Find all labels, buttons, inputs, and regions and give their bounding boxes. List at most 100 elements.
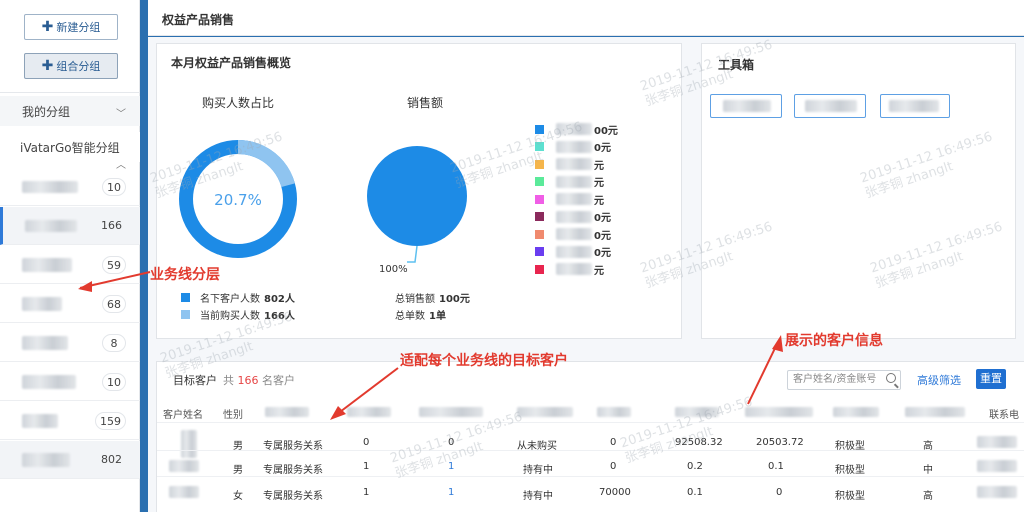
redacted-group-name	[22, 414, 58, 428]
legend-total-label: 名下客户人数	[200, 294, 260, 305]
value-cell: 20503.72	[756, 437, 804, 448]
legend-row: 元	[535, 261, 604, 277]
sidebar-group-item[interactable]: 10	[0, 168, 140, 206]
redacted-header	[419, 407, 483, 417]
header-divider	[157, 422, 1024, 423]
redacted-group-name	[25, 220, 77, 232]
total-sales-value: 100元	[439, 294, 470, 305]
risk-type-cell: 积极型	[835, 465, 865, 476]
redacted-group-name	[22, 453, 70, 467]
value-cell: 1	[363, 487, 370, 498]
level-cell: 中	[923, 465, 933, 476]
buyers-donut-chart: 20.7%	[179, 140, 297, 258]
combine-group-label: 组合分组	[56, 60, 101, 73]
redacted-customer-name[interactable]	[181, 430, 197, 458]
legend-swatch	[535, 159, 544, 169]
advanced-filter-link[interactable]: 高级筛选	[917, 372, 961, 388]
redacted-group-name	[22, 336, 68, 350]
count-suffix: 名客户	[262, 374, 295, 387]
legend-total-value: 802人	[264, 294, 295, 305]
tool-button[interactable]	[710, 94, 782, 118]
legend-value: 元	[594, 160, 604, 172]
redacted-group-name	[22, 258, 72, 272]
sidebar-group-item[interactable]: 802	[0, 441, 140, 479]
legend-swatch	[535, 264, 544, 274]
gender-cell: 男	[233, 465, 243, 476]
redacted-customer-name[interactable]	[169, 486, 199, 498]
my-groups-header[interactable]: 我的分组 ﹀	[0, 96, 140, 126]
redacted-tool-label	[889, 100, 939, 112]
legend-row: 0元	[535, 139, 611, 155]
sidebar-group-item[interactable]: 59	[0, 246, 140, 284]
overview-title: 本月权益产品销售概览	[171, 56, 292, 70]
redacted-header	[517, 407, 573, 417]
group-count-badge: 10	[102, 373, 126, 391]
total-sales-label: 总销售额	[395, 294, 435, 305]
buyers-ratio-title: 购买人数占比	[202, 96, 275, 110]
redacted-customer-name[interactable]	[169, 460, 199, 472]
redacted-phone	[977, 486, 1017, 498]
redacted-header	[905, 407, 965, 417]
total-sales-line: 总销售额 100元	[395, 290, 470, 305]
value-link-cell[interactable]: 1	[448, 461, 454, 472]
relation-cell: 专属服务关系	[263, 491, 323, 502]
redacted-product-name	[556, 175, 592, 188]
redacted-product-name	[556, 228, 592, 240]
legend-swatch	[181, 293, 190, 302]
redacted-product-name	[556, 210, 592, 223]
legend-current-buyers: 当前购买人数 166人	[181, 307, 295, 322]
page-header: 权益产品销售	[148, 0, 1024, 36]
legend-swatch	[535, 194, 544, 204]
redacted-product-name	[556, 140, 592, 153]
legend-value: 0元	[594, 213, 611, 224]
redacted-product-name	[556, 193, 592, 205]
new-group-label: 新建分组	[56, 21, 101, 34]
sidebar-group-item[interactable]: 159	[0, 402, 140, 440]
legend-swatch	[535, 124, 544, 134]
tool-button[interactable]	[794, 94, 866, 118]
legend-swatch	[535, 212, 544, 221]
target-customers-title: 目标客户共 166 名客户	[173, 372, 295, 388]
legend-value: 0元	[594, 248, 611, 259]
legend-value: 0元	[594, 143, 611, 154]
row-divider	[157, 476, 1024, 477]
plus-icon: ✚	[41, 19, 54, 35]
value-cell: 0	[363, 437, 370, 448]
chevron-down-icon: ﹀	[116, 109, 126, 120]
value-cell: 0.2	[687, 461, 703, 472]
group-count-badge: 166	[101, 219, 122, 232]
redacted-group-name	[22, 375, 76, 389]
sidebar-group-item[interactable]: 68	[0, 285, 140, 323]
target-title-label: 目标客户	[173, 374, 217, 387]
annotation-customer-info: 展示的客户信息	[785, 333, 883, 349]
column-header: 性别	[223, 410, 243, 421]
sidebar-group-item[interactable]: 166	[0, 207, 140, 245]
search-placeholder: 客户姓名/资金账号	[793, 374, 877, 385]
search-icon[interactable]	[886, 373, 896, 383]
legend-value: 00元	[594, 125, 618, 137]
plus-icon: ✚	[41, 58, 54, 74]
redacted-phone	[977, 436, 1017, 448]
toolbox-panel: 工具箱	[701, 43, 1016, 339]
legend-value: 元	[594, 265, 604, 277]
value-cell: 92508.32	[675, 437, 723, 448]
combine-group-button[interactable]: ✚ 组合分组	[24, 53, 118, 79]
annotation-target-fit: 适配每个业务线的目标客户	[400, 353, 568, 369]
customer-search-input[interactable]: 客户姓名/资金账号	[787, 370, 901, 390]
redacted-header	[833, 407, 879, 417]
tool-button[interactable]	[880, 94, 950, 118]
sales-amount-title: 销售额	[407, 96, 444, 110]
sales-overview-panel: 本月权益产品销售概览 购买人数占比 销售额 20.7% 100% 名下客户人数 8…	[156, 43, 682, 339]
sidebar-group-item[interactable]: 8	[0, 324, 140, 362]
sidebar-group-item[interactable]: 10	[0, 363, 140, 401]
new-group-button[interactable]: ✚ 新建分组	[24, 14, 118, 40]
value-cell: 0	[610, 461, 617, 472]
status-cell: 持有中	[523, 465, 553, 476]
legend-swatch	[535, 177, 544, 186]
value-link-cell[interactable]: 1	[448, 487, 454, 498]
group-count-badge: 10	[102, 178, 126, 196]
annotation-business-line: 业务线分层	[150, 267, 220, 283]
reset-button[interactable]: 重置	[976, 369, 1006, 389]
group-count-badge: 8	[102, 334, 126, 352]
smart-groups-label: iVatarGo智能分组	[20, 140, 120, 155]
